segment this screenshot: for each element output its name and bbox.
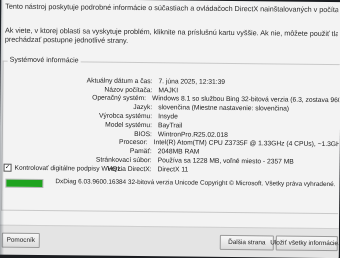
save-all-info-button[interactable]: Uložiť všetky informácie... (270, 235, 340, 252)
whql-checkbox[interactable]: ✓ (3, 163, 12, 172)
progress-fill (6, 179, 43, 188)
whql-checkbox-row[interactable]: ✓ Kontrolovať digitálne podpisy WHQL (3, 163, 122, 173)
info-value: slovenčina (Miestne nastavenie: slovenči… (158, 104, 290, 113)
button-bar: Pomocník Ďalšia strana Uložiť všetky inf… (0, 224, 340, 258)
info-value: 2048MB RAM (157, 148, 200, 156)
help-button[interactable]: Pomocník (1, 232, 40, 248)
system-info-group: Systémové informácie Aktuálny dátum a ča… (1, 56, 340, 215)
info-value: MAJKI (158, 86, 179, 95)
info-value: DirectX 11 (157, 166, 189, 174)
next-page-button[interactable]: Ďalšia strana (219, 234, 274, 251)
photo-edge-shadow (0, 0, 4, 255)
group-title: Systémové informácie (7, 56, 81, 65)
info-value: WintronPro.R25.02.018 (157, 130, 228, 139)
info-value: Používa sa 1228 MB, voľné miesto - 2357 … (157, 157, 294, 166)
info-value: BayTrail (157, 122, 183, 130)
progress-bar (5, 178, 44, 189)
info-value: Insyde (158, 113, 178, 121)
whql-label: Kontrolovať digitálne podpisy WHQL (14, 164, 122, 173)
info-value: 7. júna 2025, 12:31:39 (158, 78, 226, 86)
system-info-rows: Aktuálny dátum a čas: 7. júna 2025, 12:31… (3, 76, 340, 176)
dxdiag-window: Tento nástroj poskytuje podrobné informá… (0, 0, 340, 258)
intro-text: Tento nástroj poskytuje podrobné informá… (5, 2, 338, 48)
